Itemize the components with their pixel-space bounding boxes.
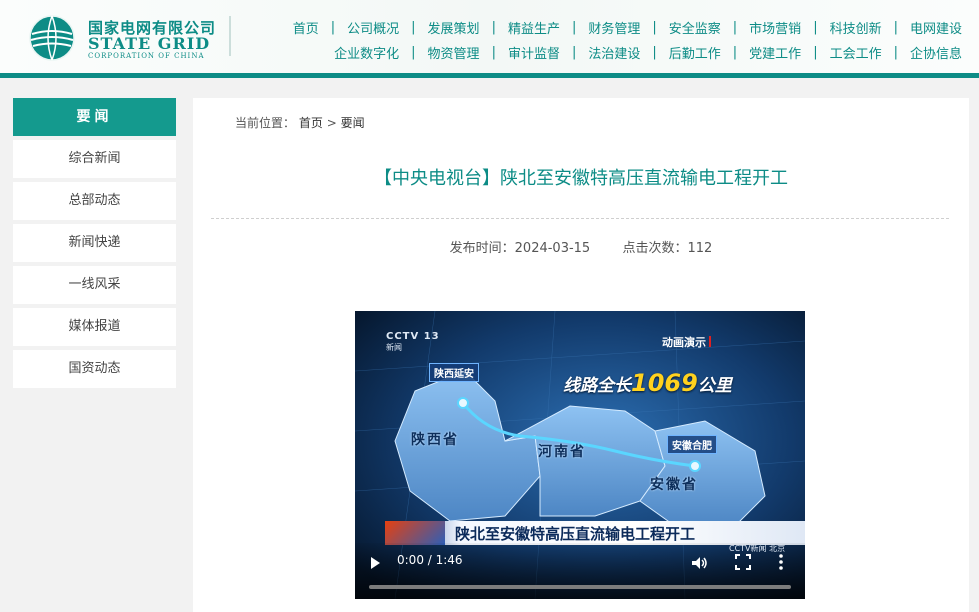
sidebar-item[interactable]: 媒体报道	[13, 308, 176, 346]
nav-item[interactable]: 公司概况	[347, 18, 399, 37]
nav-item[interactable]: 审计监督	[508, 43, 560, 62]
nav-item[interactable]: 工会工作	[830, 43, 882, 62]
nav-separator: |	[330, 19, 336, 35]
nav-separator: |	[893, 19, 898, 35]
nav-item[interactable]: 电网建设	[910, 18, 962, 37]
end-place-label: 安徽合肥	[667, 435, 717, 454]
nav-separator: |	[652, 19, 657, 35]
main-nav: 首页 | 公司概况 | 发展策划 | 精益生产 | 财务管理 | 安全监察 | 市场营销 | 科技创新 | 电网…	[262, 16, 962, 63]
sidebar-item[interactable]: 综合新闻	[13, 140, 176, 178]
nav-row-2: 企业数字化 | 物资管理 | 审计监督 | 法治建设 | 后勤工作 | 党建工作 | 工会工作 | 企协信息	[262, 41, 962, 63]
cctv-channel-logo: CCTV 13 新闻	[386, 331, 440, 353]
video-progress-bar[interactable]	[369, 585, 791, 589]
breadcrumb-current[interactable]: 要闻	[341, 116, 365, 130]
state-grid-logo[interactable]: 国家电网有限公司 STATE GRID CORPORATION OF CHINA	[28, 12, 228, 62]
nav-separator: |	[813, 19, 818, 35]
nav-separator: |	[813, 44, 818, 60]
sidebar-heading[interactable]: 要闻	[13, 98, 176, 136]
play-icon[interactable]	[371, 557, 380, 569]
nav-item[interactable]: 法治建设	[588, 43, 640, 62]
animation-demo-label: 动画演示	[662, 334, 711, 350]
nav-item[interactable]: 科技创新	[830, 18, 882, 37]
site-header: 国家电网有限公司 STATE GRID CORPORATION OF CHINA…	[0, 0, 979, 73]
nav-separator: |	[571, 19, 577, 35]
start-place-label: 陕西延安	[429, 363, 479, 382]
route-km: 1069	[631, 369, 698, 397]
corner-watermark: CCTV新闻 北京	[729, 544, 786, 553]
publish-date: 2024-03-15	[514, 241, 591, 256]
logo-divider	[229, 16, 231, 56]
article-meta: 发布时间：2024-03-15 点击次数：112	[193, 237, 969, 256]
title-divider	[211, 218, 949, 219]
nav-item[interactable]: 企协信息	[910, 43, 962, 62]
nav-item[interactable]: 物资管理	[428, 43, 480, 62]
news-caption-bar: 陕北至安徽特高压直流输电工程开工	[385, 521, 805, 545]
nav-separator: |	[893, 44, 898, 60]
nav-separator: |	[732, 44, 738, 60]
province-shaanxi: 陕西省	[411, 432, 459, 448]
route-suffix: 公里	[697, 376, 732, 396]
nav-item[interactable]: 发展策划	[428, 18, 480, 37]
nav-separator: |	[732, 19, 738, 35]
sidebar-items: 综合新闻总部动态新闻快递一线风采媒体报道国资动态	[13, 140, 176, 388]
state-grid-globe-icon	[29, 15, 75, 61]
nav-separator: |	[411, 19, 416, 35]
publish-label: 发布时间：	[449, 241, 515, 256]
header-accent-bar	[0, 73, 979, 78]
breadcrumb-label: 当前位置：	[235, 116, 296, 130]
route-length-caption: 线路全长1069公里	[563, 369, 732, 397]
channel-name: CCTV 13	[386, 331, 440, 342]
nav-separator: |	[491, 19, 496, 35]
sidebar-item[interactable]: 一线风采	[13, 266, 176, 304]
video-time: 0:00 / 1:46	[397, 553, 463, 567]
channel-sub: 新闻	[386, 343, 402, 352]
logo-english-name: STATE GRID	[88, 34, 211, 53]
article-panel: 当前位置： 首页 > 要闻 【中央电视台】陕北至安徽特高压直流输电工程开工 发布…	[193, 98, 969, 612]
nav-separator: |	[411, 44, 416, 60]
caption-badge	[385, 521, 445, 545]
nav-separator: |	[652, 44, 657, 60]
nav-item[interactable]: 市场营销	[749, 18, 801, 37]
nav-separator: |	[571, 44, 577, 60]
video-player[interactable]: CCTV 13 新闻 动画演示 线路全长1069公里 陕西延安 安徽合肥 陕西省…	[355, 311, 805, 599]
volume-icon[interactable]	[689, 553, 709, 573]
province-henan: 河南省	[538, 444, 586, 460]
nav-item[interactable]: 首页	[293, 18, 319, 37]
sidebar-item[interactable]: 国资动态	[13, 350, 176, 388]
route-prefix: 线路全长	[563, 376, 631, 396]
fullscreen-icon[interactable]	[735, 554, 751, 570]
nav-item[interactable]: 后勤工作	[669, 43, 721, 62]
clicks-label: 点击次数：	[622, 241, 688, 256]
breadcrumb-home-link[interactable]: 首页	[299, 116, 323, 130]
news-caption: 陕北至安徽特高压直流输电工程开工	[455, 525, 696, 543]
nav-item[interactable]: 精益生产	[508, 18, 560, 37]
logo-english-subtitle: CORPORATION OF CHINA	[88, 52, 205, 60]
clicks-count: 112	[687, 241, 713, 256]
breadcrumb: 当前位置： 首页 > 要闻	[235, 114, 365, 131]
nav-item[interactable]: 财务管理	[588, 18, 640, 37]
nav-item[interactable]: 企业数字化	[334, 43, 399, 62]
nav-item[interactable]: 安全监察	[669, 18, 721, 37]
nav-separator: |	[491, 44, 496, 60]
article-title: 【中央电视台】陕北至安徽特高压直流输电工程开工	[374, 168, 788, 189]
sidebar-item[interactable]: 总部动态	[13, 182, 176, 220]
sidebar-item[interactable]: 新闻快递	[13, 224, 176, 262]
province-anhui: 安徽省	[650, 477, 698, 493]
nav-item[interactable]: 党建工作	[749, 43, 801, 62]
sidebar: 要闻 综合新闻总部动态新闻快递一线风采媒体报道国资动态	[13, 98, 176, 388]
nav-row-1: 首页 | 公司概况 | 发展策划 | 精益生产 | 财务管理 | 安全监察 | 市场营销 | 科技创新 | 电网…	[262, 16, 962, 38]
more-options-icon[interactable]	[778, 553, 784, 571]
breadcrumb-separator: >	[326, 116, 337, 130]
